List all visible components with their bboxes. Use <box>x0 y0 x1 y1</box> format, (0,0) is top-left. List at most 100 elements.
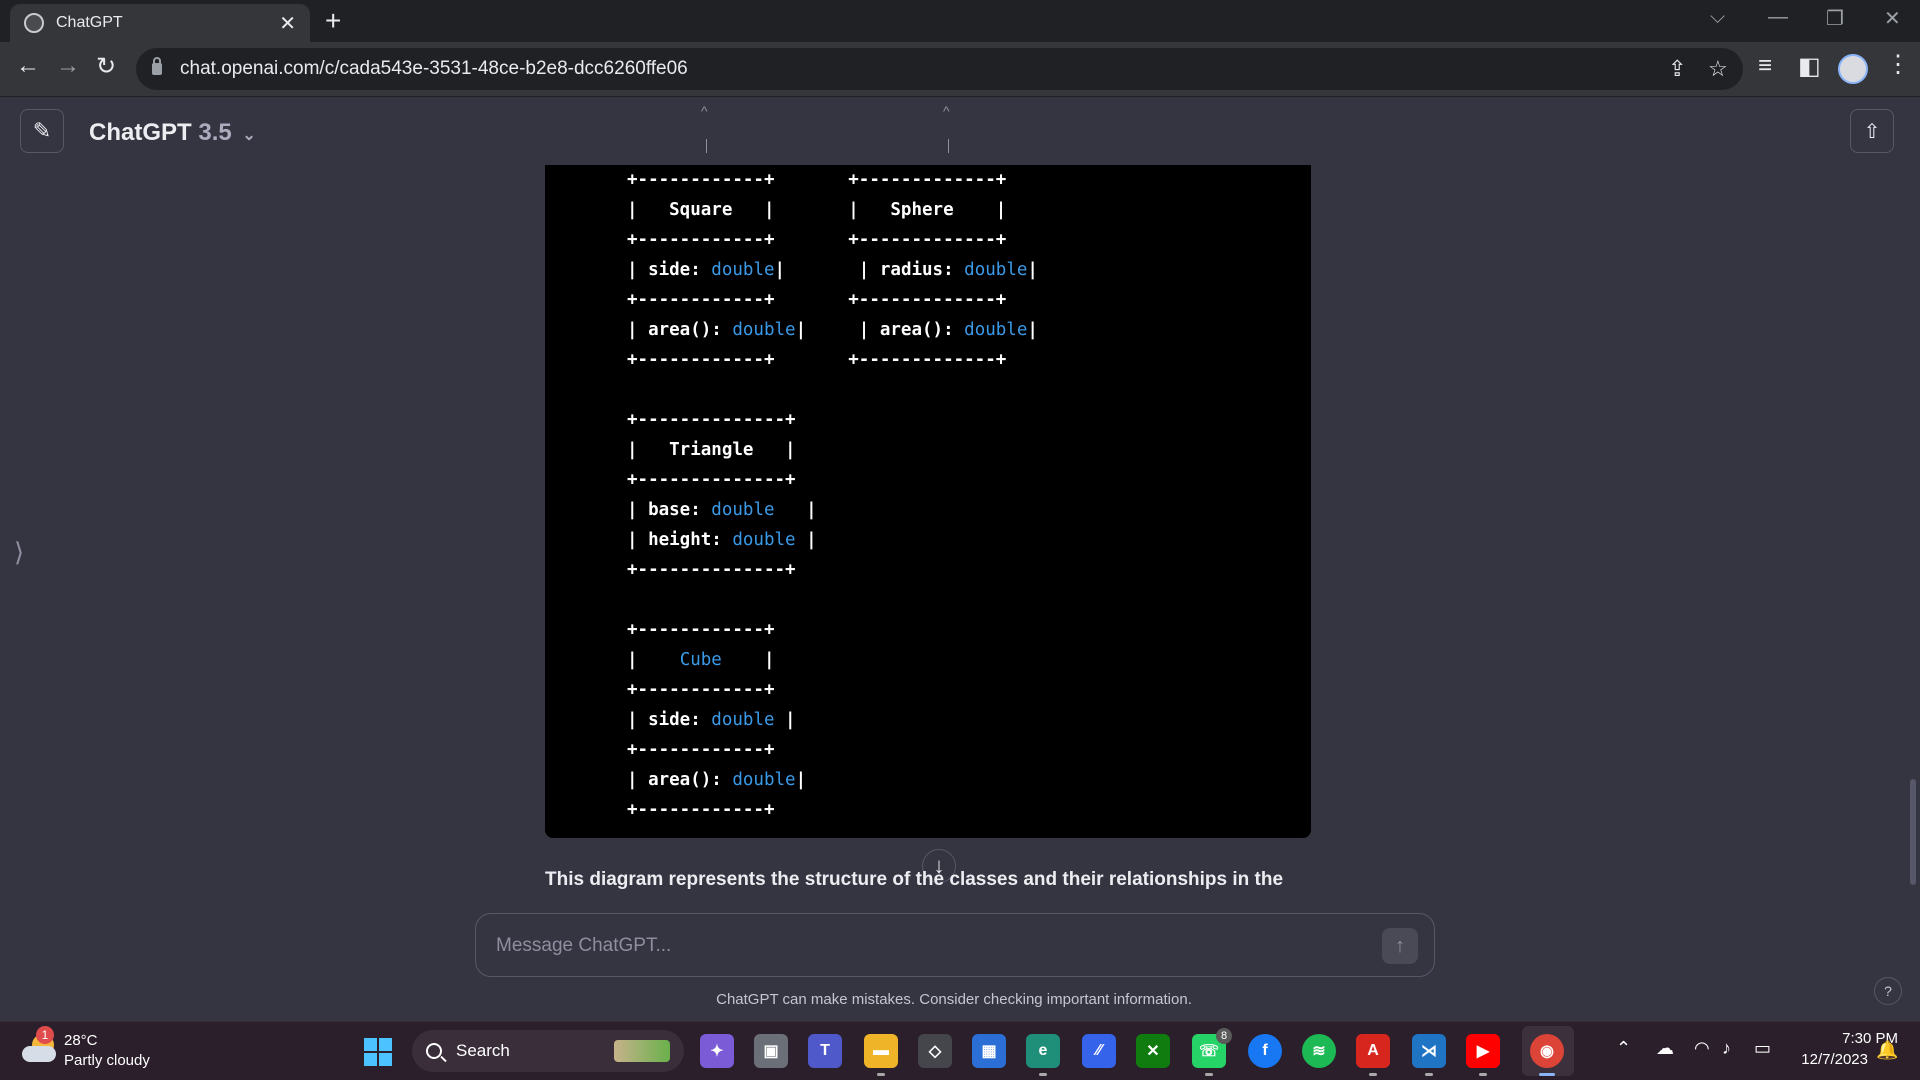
xbox-icon[interactable]: ✕ <box>1136 1034 1170 1068</box>
code-text: +--------------+ <box>627 410 796 430</box>
task-view-icon[interactable]: ▣ <box>754 1034 788 1068</box>
taskbar-search[interactable]: Search <box>412 1030 684 1072</box>
whatsapp-icon[interactable]: ☏ 8 <box>1192 1028 1232 1076</box>
code-text: | | radius: <box>774 260 965 280</box>
code-text: | side: <box>627 260 712 280</box>
spotify-icon[interactable]: ≋ <box>1302 1034 1336 1068</box>
url-text[interactable]: chat.openai.com/c/cada543e-3531-48ce-b2e… <box>180 58 688 80</box>
message-input[interactable] <box>496 932 1336 960</box>
sidebar-toggle-icon[interactable]: ⟩ <box>14 537 24 568</box>
youtube-icon[interactable]: ▶ <box>1466 1034 1500 1076</box>
new-chat-icon: ✎ <box>32 118 52 143</box>
close-icon[interactable]: ✕ <box>279 11 296 36</box>
file-explorer-icon[interactable]: ▬ <box>864 1034 898 1076</box>
code-text: | <box>1027 320 1038 340</box>
windows-taskbar: 1 28°C Partly cloudy Search ✦ ▣ T ▬ ◇ ▦ … <box>0 1021 1920 1080</box>
onedrive-icon[interactable]: ☁ <box>1656 1038 1674 1059</box>
wifi-icon[interactable]: ◠ <box>1694 1038 1710 1059</box>
code-text: | Square | | Sphere | <box>627 200 1007 220</box>
code-type-token: double <box>964 320 1028 340</box>
profile-avatar-icon[interactable] <box>1838 54 1868 84</box>
cloud-icon <box>22 1046 56 1062</box>
window-close-icon[interactable]: ✕ <box>1884 6 1901 31</box>
code-text: | <box>774 500 817 520</box>
chat-page: ✎ ChatGPT 3.5 ⌄ ⇧ ⟩ ^ ^ +------------+ +… <box>0 97 1920 1021</box>
visual-studio-icon[interactable]: ∕∕ <box>1082 1034 1116 1068</box>
model-selector[interactable]: ChatGPT 3.5 ⌄ <box>89 119 256 147</box>
code-text: | <box>795 530 817 550</box>
help-icon[interactable]: ? <box>1874 977 1902 1005</box>
battery-icon[interactable]: ▭ <box>1754 1038 1771 1059</box>
vscode-icon[interactable]: ⋊ <box>1412 1034 1446 1076</box>
browser-tab-bar: ChatGPT ✕ + ⌵ — ❐ ✕ <box>0 0 1920 42</box>
notification-bell-icon[interactable]: 🔔 <box>1876 1040 1898 1061</box>
code-line: +------------+ +-------------+ <box>627 225 1038 255</box>
teams-icon[interactable]: T <box>808 1034 842 1068</box>
code-type-token: double <box>711 710 775 730</box>
share-page-icon[interactable]: ⇪ <box>1668 56 1686 82</box>
share-button[interactable]: ⇧ <box>1850 109 1894 153</box>
back-icon[interactable]: ← <box>16 52 40 80</box>
reading-list-icon[interactable]: ≡ <box>1758 52 1772 80</box>
acrobat-icon[interactable]: A <box>1356 1034 1390 1076</box>
unity-icon[interactable]: ◇ <box>918 1034 952 1068</box>
code-line: +--------------+ <box>627 555 1038 585</box>
code-type-token: double <box>732 530 796 550</box>
page-scrollbar[interactable] <box>1910 779 1916 885</box>
forward-icon[interactable]: → <box>56 52 80 80</box>
code-type-token: double <box>964 260 1028 280</box>
diagram-connector <box>706 139 707 153</box>
code-line: | area(): double| <box>627 765 1038 795</box>
tray-overflow-icon[interactable]: ⌃ <box>1616 1038 1631 1059</box>
volume-icon[interactable]: ♪ <box>1722 1038 1731 1059</box>
code-text: +------------+ +-------------+ <box>627 350 1007 370</box>
bookmark-star-icon[interactable]: ☆ <box>1708 56 1728 82</box>
code-text: | | area(): <box>795 320 965 340</box>
clock-date[interactable]: 12/7/2023 <box>1778 1051 1868 1068</box>
new-chat-button[interactable]: ✎ <box>20 109 64 153</box>
weather-description: Partly cloudy <box>64 1052 150 1069</box>
code-text: | <box>1027 260 1038 280</box>
code-line: | Square | | Sphere | <box>627 195 1038 225</box>
plus-icon[interactable]: + <box>325 6 341 36</box>
code-line: | side: double | <box>627 705 1038 735</box>
minimize-icon[interactable]: — <box>1768 6 1788 29</box>
code-line: | area(): double| | area(): double| <box>627 315 1038 345</box>
reload-icon[interactable]: ↻ <box>96 52 116 81</box>
code-text: +--------------+ <box>627 560 796 580</box>
side-panel-icon[interactable]: ◧ <box>1798 52 1821 81</box>
code-line: +------------+ <box>627 675 1038 705</box>
send-button[interactable]: ↑ <box>1382 928 1418 964</box>
windows-start-icon[interactable] <box>364 1038 392 1066</box>
lock-icon[interactable] <box>152 57 162 75</box>
code-line: +------------+ <box>627 735 1038 765</box>
browser-toolbar: ← → ↻ chat.openai.com/c/cada543e-3531-48… <box>0 42 1920 97</box>
code-block[interactable]: +------------+ +-------------+ | Square |… <box>545 165 1311 838</box>
code-text: | Triangle | <box>627 440 796 460</box>
code-text: | <box>627 650 680 670</box>
edge-icon[interactable]: e <box>1026 1034 1060 1076</box>
code-text: +------------+ +-------------+ <box>627 230 1007 250</box>
microsoft-store-icon[interactable]: ▦ <box>972 1034 1006 1068</box>
code-line: +------------+ +-------------+ <box>627 285 1038 315</box>
tab-search-icon[interactable]: ⌵ <box>1710 6 1725 29</box>
code-text: +------------+ <box>627 620 775 640</box>
browser-tab[interactable]: ChatGPT ✕ <box>10 4 310 42</box>
code-line: | Cube | <box>627 645 1038 675</box>
chrome-icon[interactable]: ◉ <box>1530 1034 1564 1076</box>
more-vert-icon[interactable]: ⋮ <box>1886 50 1910 79</box>
code-text: +--------------+ <box>627 470 796 490</box>
copilot-icon[interactable]: ✦ <box>700 1034 734 1068</box>
chatgpt-logo-icon <box>24 13 44 33</box>
code-block-top: ^ ^ <box>545 97 1311 165</box>
code-line: +------------+ +-------------+ <box>627 345 1038 375</box>
code-type-token: Cube <box>679 650 722 670</box>
facebook-icon[interactable]: f <box>1248 1034 1282 1068</box>
address-bar[interactable]: chat.openai.com/c/cada543e-3531-48ce-b2e… <box>136 48 1743 90</box>
model-name: ChatGPT <box>89 119 192 146</box>
class-diagram-code: +------------+ +-------------+ | Square |… <box>627 165 1038 825</box>
code-line: +------------+ <box>627 615 1038 645</box>
restore-icon[interactable]: ❐ <box>1826 6 1844 31</box>
disclaimer: ChatGPT can make mistakes. Consider chec… <box>716 991 1192 1008</box>
